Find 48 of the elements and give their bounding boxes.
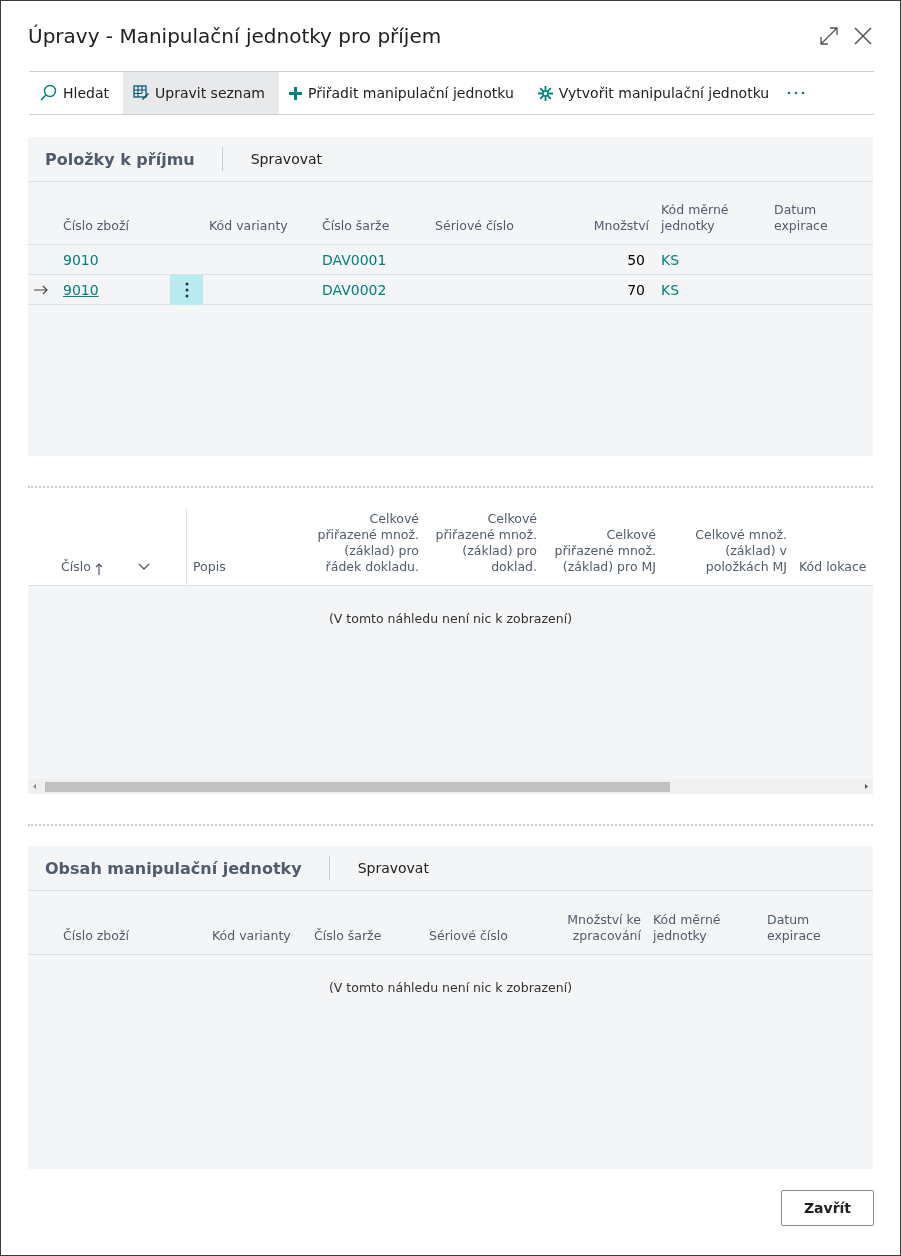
column-header[interactable]: Sériové číslo (435, 218, 514, 234)
column-header[interactable]: Číslo šarže (314, 928, 382, 944)
manage-menu[interactable]: Spravovat (240, 147, 333, 171)
chevron-down-icon[interactable] (138, 563, 150, 571)
link-cell[interactable]: KS (661, 251, 680, 268)
more-icon[interactable] (787, 91, 806, 95)
column-header[interactable]: Sériové číslo (429, 928, 508, 944)
link-cell[interactable]: KS (661, 281, 680, 298)
dialog-title: Úpravy - Manipulační jednotky pro příjem (28, 24, 443, 48)
table-cell: 50 (627, 251, 645, 268)
create-button[interactable]: Vytvořit manipulační jednotku (527, 72, 784, 114)
horizontal-scrollbar[interactable] (28, 779, 873, 794)
plus-icon (288, 86, 302, 100)
close-button[interactable]: Zavřít (781, 1190, 874, 1226)
column-header[interactable]: Číslo zboží (63, 928, 129, 944)
edit-list-button[interactable]: Upravit seznam (123, 72, 279, 114)
link-cell[interactable]: 9010 (63, 281, 99, 298)
link-cell[interactable]: DAV0002 (322, 281, 387, 298)
link-cell[interactable]: 9010 (63, 251, 99, 268)
search-button[interactable]: Hledat (29, 72, 123, 114)
section-title: Položky k příjmu (45, 149, 195, 169)
table-cell: 70 (627, 281, 645, 298)
more-vertical-icon (184, 281, 189, 298)
section-title: Obsah manipulační jednotky (45, 858, 302, 878)
column-header[interactable]: Množství (593, 218, 649, 234)
expand-icon[interactable] (820, 27, 838, 45)
search-icon (39, 84, 57, 102)
column-header[interactable]: Množství ke zpracování (547, 912, 641, 944)
column-header[interactable]: Kód varianty (212, 928, 291, 944)
current-row-arrow-icon (34, 284, 48, 295)
column-header[interactable]: Kód varianty (209, 218, 288, 234)
column-header[interactable]: Kód měrné jednotky (653, 912, 755, 944)
column-header[interactable]: Kód měrné jednotky (661, 202, 762, 234)
link-cell[interactable]: DAV0001 (322, 251, 387, 268)
edit-list-icon (133, 85, 149, 101)
empty-message: (V tomto náhledu není nic k zobrazení) (328, 611, 573, 626)
column-header[interactable]: Kód lokace (799, 559, 867, 575)
empty-message: (V tomto náhledu není nic k zobrazení) (328, 980, 573, 995)
column-header[interactable]: Číslo zboží (63, 218, 129, 234)
manage-menu[interactable]: Spravovat (347, 856, 439, 880)
close-icon[interactable] (854, 27, 872, 45)
asterisk-icon (537, 85, 553, 101)
column-header[interactable]: Číslo (61, 559, 91, 575)
column-header[interactable]: Popis (193, 559, 226, 575)
column-header[interactable]: Datum expirace (767, 912, 835, 944)
assign-button[interactable]: Přiřadit manipulační jednotku (278, 72, 528, 114)
column-header[interactable]: Datum expirace (774, 202, 842, 234)
column-header[interactable]: Číslo šarže (322, 218, 390, 234)
